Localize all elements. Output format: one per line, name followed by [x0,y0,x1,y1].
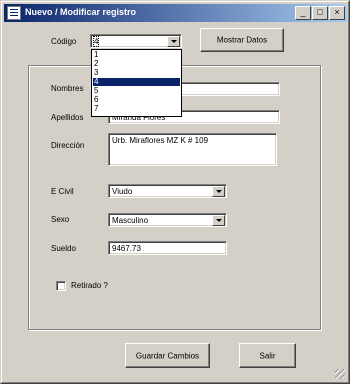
codigo-label: Código [51,37,77,46]
codigo-combo[interactable]: 4 [90,34,182,48]
codigo-option[interactable]: 1 [93,51,180,59]
sexo-combo[interactable]: Masculino [108,213,227,227]
window-form-icon [7,6,21,20]
window-title: Nuevo / Modificar registro [25,7,137,17]
chevron-down-icon[interactable] [212,186,225,197]
nombres-label: Nombres [51,84,84,93]
ecivil-combo[interactable]: Viudo [108,184,227,198]
ecivil-label: E Civil [51,187,74,196]
codigo-dropdown-list[interactable]: 1 2 3 4 5 6 7 [91,49,182,117]
direccion-textarea[interactable]: Urb. Miraflores MZ K # 109 [108,133,277,166]
guardar-cambios-button[interactable]: Guardar Cambios [125,343,210,368]
codigo-option[interactable]: 5 [93,87,180,95]
direccion-label: Dirección [51,141,85,150]
close-button[interactable]: × [329,6,345,20]
sexo-value: Masculino [112,216,149,225]
ecivil-value: Viudo [112,187,133,196]
codigo-option[interactable]: 3 [93,69,180,77]
sueldo-label: Sueldo [51,244,76,253]
chevron-down-icon[interactable] [167,36,180,47]
sexo-label: Sexo [51,215,70,224]
codigo-option-selected[interactable]: 4 [93,78,180,86]
sueldo-input[interactable]: 9467.73 [108,241,227,255]
codigo-option[interactable]: 7 [93,105,180,113]
salir-button[interactable]: Salir [239,343,296,368]
codigo-option[interactable]: 2 [93,60,180,68]
form-window: Nuevo / Modificar registro _ □ × Código … [0,0,350,384]
resize-grip[interactable] [335,369,345,379]
mostrar-datos-button[interactable]: Mostrar Datos [200,28,284,52]
title-bar[interactable]: Nuevo / Modificar registro _ □ × [4,4,347,22]
retirado-label: Retirado ? [71,281,108,290]
apellidos-label: Apellidos [51,113,84,122]
retirado-checkbox[interactable] [56,281,66,291]
codigo-value: 4 [92,36,100,47]
minimize-button[interactable]: _ [295,6,311,20]
chevron-down-icon[interactable] [212,215,225,226]
maximize-button[interactable]: □ [312,6,328,20]
codigo-option[interactable]: 6 [93,96,180,104]
